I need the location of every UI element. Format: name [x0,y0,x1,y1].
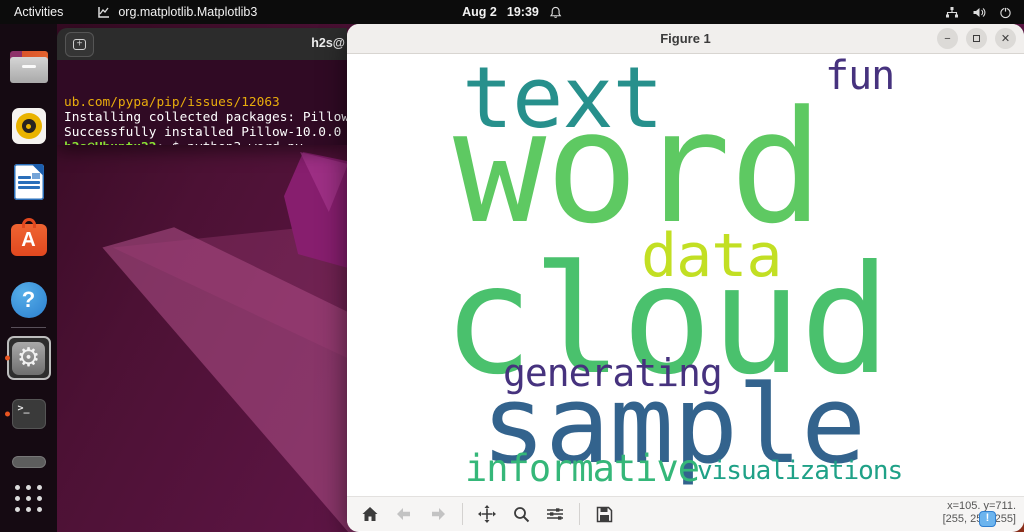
dock: A ? ⚙ >_ [0,24,57,532]
time-label: 19:39 [507,5,539,19]
home-button[interactable] [355,500,385,528]
maximize-button[interactable] [966,28,987,49]
clock-button[interactable]: Aug 2 19:39 [462,5,562,19]
volume-icon [972,6,986,19]
wordcloud-word: informative [465,450,699,487]
power-icon [999,6,1012,19]
system-status-area[interactable] [945,6,1012,19]
dock-separator [11,327,46,328]
activities-button[interactable]: Activities [14,5,63,19]
mouse-cursor-badge: ! [979,511,996,527]
dock-item-files[interactable] [0,51,57,83]
figure-title: Figure 1 [660,31,711,46]
wordcloud-word: fun [825,56,894,96]
rhythmbox-icon [12,108,46,144]
pan-button[interactable] [472,500,502,528]
toolbar-separator [462,503,463,525]
wordcloud-canvas[interactable]: textfunworddatacloudgeneratingsampleinfo… [347,54,1024,496]
matplotlib-figure-window: Figure 1 − ✕ textfunworddatacloudgenerat… [347,24,1024,532]
terminal-title: h2s@ [311,36,345,50]
terminal-icon: >_ [12,399,46,429]
matplotlib-app-icon [97,5,111,19]
zoom-button[interactable] [506,500,536,528]
libreoffice-writer-icon [14,164,44,200]
forward-button[interactable] [423,500,453,528]
close-button[interactable]: ✕ [995,28,1016,49]
dock-item-settings[interactable]: ⚙ [0,336,57,380]
terminal-line: Installing collected packages: Pillow [64,110,347,125]
ubuntu-software-icon: A [11,224,47,256]
dock-item-rhythmbox[interactable] [0,108,57,144]
files-icon [10,51,48,83]
date-label: Aug 2 [462,5,497,19]
new-tab-icon [73,39,86,50]
dock-item-minimized-window[interactable] [0,456,57,468]
notification-bell-icon [549,6,562,19]
save-button[interactable] [589,500,619,528]
gnome-top-bar: Activities org.matplotlib.Matplotlib3 Au… [0,0,1024,24]
app-grid-icon [15,485,42,512]
back-button[interactable] [389,500,419,528]
focused-app-menu[interactable]: org.matplotlib.Matplotlib3 [97,5,257,19]
minimize-button[interactable]: − [937,28,958,49]
terminal-line: h2s@Ubuntu22:~$ python3 word.py [64,140,347,145]
running-indicator [5,356,10,361]
settings-focus-frame: ⚙ [7,336,51,380]
settings-gear-icon: ⚙ [12,342,45,375]
configure-subplots-button[interactable] [540,500,570,528]
dock-item-libreoffice-writer[interactable] [0,164,57,200]
figure-toolbar: x=105. y=711. [255, 255, 255] ! [347,496,1024,531]
focused-app-title: org.matplotlib.Matplotlib3 [118,5,257,19]
dock-item-app-grid[interactable] [0,485,57,512]
terminal-line: Successfully installed Pillow-10.0.0 [64,125,347,140]
terminal-output[interactable]: ub.com/pypa/pip/issues/12063Installing c… [57,60,347,145]
dock-item-help[interactable]: ? [0,282,57,318]
toolbar-separator [579,503,580,525]
dock-item-terminal[interactable]: >_ [0,399,57,429]
terminal-titlebar[interactable]: h2s@ [57,28,347,60]
terminal-window: h2s@ ub.com/pypa/pip/issues/12063Install… [57,28,347,145]
desktop: Activities org.matplotlib.Matplotlib3 Au… [0,0,1024,532]
wordcloud-word: visualizations [697,458,902,484]
maximize-icon [973,35,980,42]
help-icon: ? [11,282,47,318]
terminal-line: ub.com/pypa/pip/issues/12063 [64,95,347,110]
running-indicator [5,412,10,417]
figure-titlebar[interactable]: Figure 1 − ✕ [347,24,1024,54]
new-tab-button[interactable] [65,32,94,57]
coordinate-label: x=105. y=711. [943,500,1016,513]
network-icon [945,6,959,19]
minimized-window-icon [12,456,46,468]
dock-item-ubuntu-software[interactable]: A [0,218,57,256]
